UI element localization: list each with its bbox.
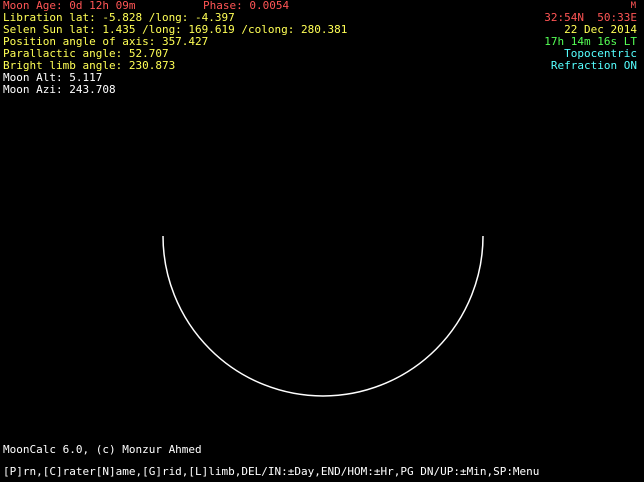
keyboard-menu-bar[interactable]: [P]rn,[C]rater[N]ame,[G]rid,[L]limb,DEL/…: [3, 466, 643, 478]
moon-bright-limb-arc: [162, 235, 484, 397]
moon-display: [162, 235, 484, 397]
copyright-label: MoonCalc 6.0, (c) Monzur Ahmed: [3, 443, 202, 456]
